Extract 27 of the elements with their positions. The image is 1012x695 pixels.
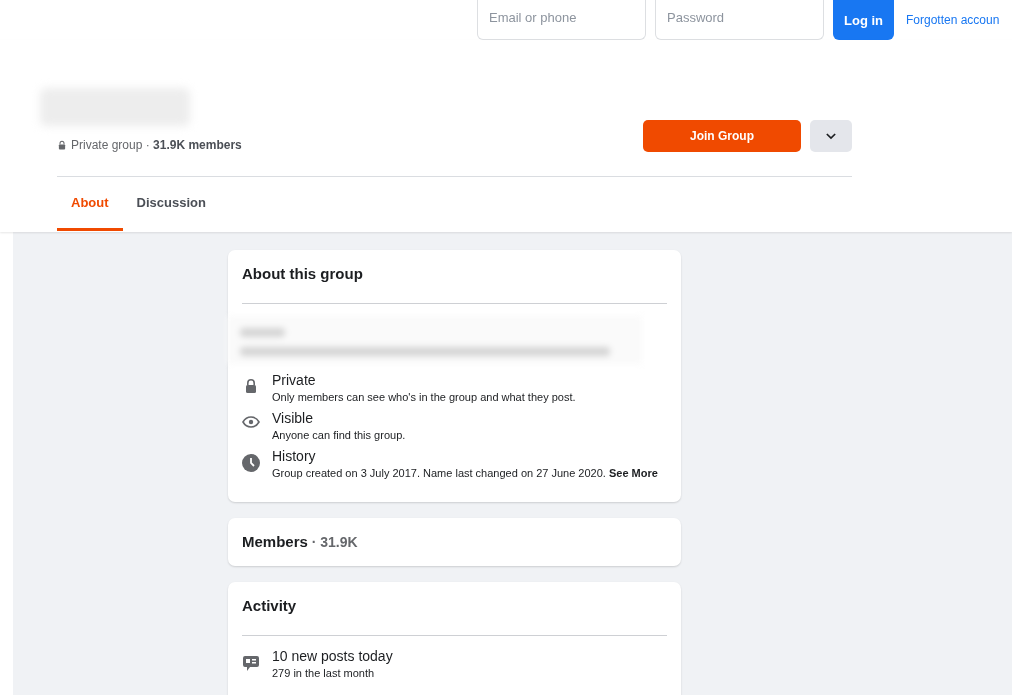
item-title: History xyxy=(272,448,317,464)
item-description: 279 in the last month xyxy=(272,666,376,680)
item-description: Anyone can find this group. xyxy=(272,428,406,442)
group-privacy-text: Private group · 31.9K members xyxy=(71,138,242,152)
forgotten-account-link[interactable]: Forgotten accoun xyxy=(906,13,1000,27)
item-description: Only members can see who's in the group and what they post. xyxy=(272,390,576,404)
item-description: Group created on 3 July 2017. Name last changed on 27 June 2020. See More xyxy=(272,466,658,480)
lock-icon xyxy=(57,140,67,150)
card-title: Members xyxy=(242,533,308,550)
login-button[interactable]: Log in xyxy=(833,0,894,40)
lock-icon xyxy=(243,378,259,394)
dropdown-button[interactable] xyxy=(810,120,852,152)
see-more-link[interactable]: See More xyxy=(608,467,658,479)
tab[interactable]: Discussion xyxy=(122,177,220,231)
item-title: Visible xyxy=(272,410,314,426)
speech-bubble-icon xyxy=(242,654,260,672)
chevron-down-icon xyxy=(826,132,836,140)
join-group-button[interactable]: Join Group xyxy=(643,120,801,152)
eye-icon xyxy=(242,416,260,428)
item-title: Private xyxy=(272,372,317,388)
email-field[interactable]: Email or phone xyxy=(477,0,646,40)
card-title: Activity xyxy=(242,596,298,614)
item-title: 10 new posts today xyxy=(272,648,393,664)
member-count: · 31.9K xyxy=(310,534,358,550)
password-field[interactable]: Password xyxy=(655,0,824,40)
clock-icon xyxy=(242,454,260,472)
card-title: About this group xyxy=(242,264,364,282)
